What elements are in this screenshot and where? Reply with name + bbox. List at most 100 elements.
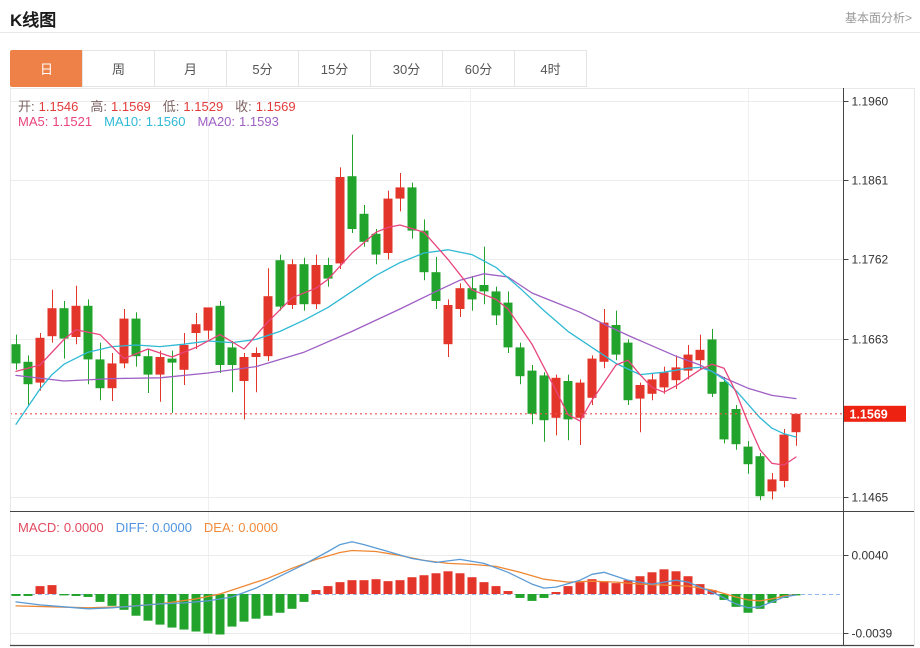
candle (792, 414, 801, 432)
candle (528, 371, 537, 414)
legend-label: MA10: (104, 114, 142, 129)
candle (24, 362, 33, 384)
macd-bar (540, 594, 549, 598)
macd-bar (312, 590, 321, 594)
macd-bar (564, 586, 573, 594)
macd-bar (240, 594, 249, 622)
candle (288, 264, 297, 305)
candle (456, 288, 465, 309)
macd-bar (744, 594, 753, 613)
candle (696, 350, 705, 360)
macd-bar (636, 576, 645, 594)
legend-label: 低: (163, 99, 180, 114)
macd-bar (60, 594, 69, 595)
candle (96, 359, 105, 388)
macd-bar (132, 594, 141, 616)
candle (372, 234, 381, 255)
candle (588, 359, 597, 398)
macd-bar (276, 594, 285, 613)
macd-bar (444, 571, 453, 594)
macd-bar (156, 594, 165, 625)
legend-value: 1.1560 (146, 114, 186, 129)
y-axis-label: 1.1861 (852, 174, 889, 188)
macd-legend: MACD:0.0000DIFF:0.0000DEA:0.0000 (18, 520, 290, 535)
candle (720, 382, 729, 440)
last-price-text: 1.1569 (850, 407, 888, 421)
macd-bar (384, 581, 393, 594)
vertical-gridlines (209, 89, 749, 644)
macd-bar (456, 573, 465, 594)
candle (576, 383, 585, 418)
macd-bar (12, 594, 21, 596)
macd-bar (516, 594, 525, 598)
macd-bar (360, 580, 369, 594)
candle (348, 176, 357, 229)
candle (276, 260, 285, 306)
candle (480, 285, 489, 291)
macd-axis-label: 0.0040 (852, 549, 889, 563)
macd-bar (576, 582, 585, 594)
candle (444, 305, 453, 344)
candle (768, 479, 777, 491)
candle (156, 357, 165, 375)
macd-bar (492, 586, 501, 594)
kline-chart[interactable]: 1.19601.18611.17621.16631.14650.0040-0.0… (0, 0, 920, 648)
macd-bar (336, 582, 345, 594)
macd-bar (72, 594, 81, 596)
macd-bar (108, 594, 117, 606)
macd-bar (468, 577, 477, 594)
macd-bar (180, 594, 189, 630)
macd-bar (600, 581, 609, 594)
macd-bar (324, 586, 333, 594)
legend-label: DEA: (204, 520, 234, 535)
y-axis-label: 1.1960 (852, 95, 889, 109)
candle (492, 291, 501, 315)
macd-bar (612, 583, 621, 594)
candle (744, 447, 753, 465)
macd-bar (672, 571, 681, 594)
candles-layer (12, 135, 801, 501)
candle (420, 231, 429, 273)
candle (144, 356, 153, 374)
macd-bar (504, 591, 513, 594)
candle (336, 177, 345, 263)
macd-bar (96, 594, 105, 602)
macd-bar (420, 575, 429, 594)
candle (516, 347, 525, 376)
candle (756, 456, 765, 496)
candle (384, 199, 393, 253)
candle (360, 214, 369, 242)
ohlc-legend: 开:1.1546高:1.1569低:1.1529收:1.1569 (18, 96, 308, 115)
candle (180, 345, 189, 370)
candle (252, 353, 261, 357)
macd-bar (552, 592, 561, 594)
macd-bar (300, 594, 309, 602)
macd-bar (348, 580, 357, 594)
macd-bar (684, 576, 693, 594)
macd-bar (288, 594, 297, 609)
legend-value: 0.0000 (238, 520, 278, 535)
candle (192, 324, 201, 333)
macd-bar (24, 594, 33, 596)
candle (132, 319, 141, 357)
legend-label: MACD: (18, 520, 60, 535)
y-axis-label: 1.1465 (852, 491, 889, 505)
macd-bar (228, 594, 237, 627)
legend-label: MA5: (18, 114, 48, 129)
macd-axis-label: -0.0039 (852, 627, 893, 641)
y-axis-label: 1.1663 (852, 333, 889, 347)
candle (624, 343, 633, 401)
macd-bar (84, 594, 93, 597)
legend-label: DIFF: (116, 520, 149, 535)
candle (708, 339, 717, 393)
candle (168, 359, 177, 363)
macd-bar (48, 585, 57, 594)
legend-value: 0.0000 (64, 520, 104, 535)
macd-bar (144, 594, 153, 621)
candle (216, 306, 225, 365)
candle (780, 435, 789, 481)
legend-value: 1.1569 (256, 99, 296, 114)
macd-histogram (12, 569, 801, 634)
last-price-tag: 1.1569 (844, 406, 906, 422)
candle (204, 307, 213, 330)
